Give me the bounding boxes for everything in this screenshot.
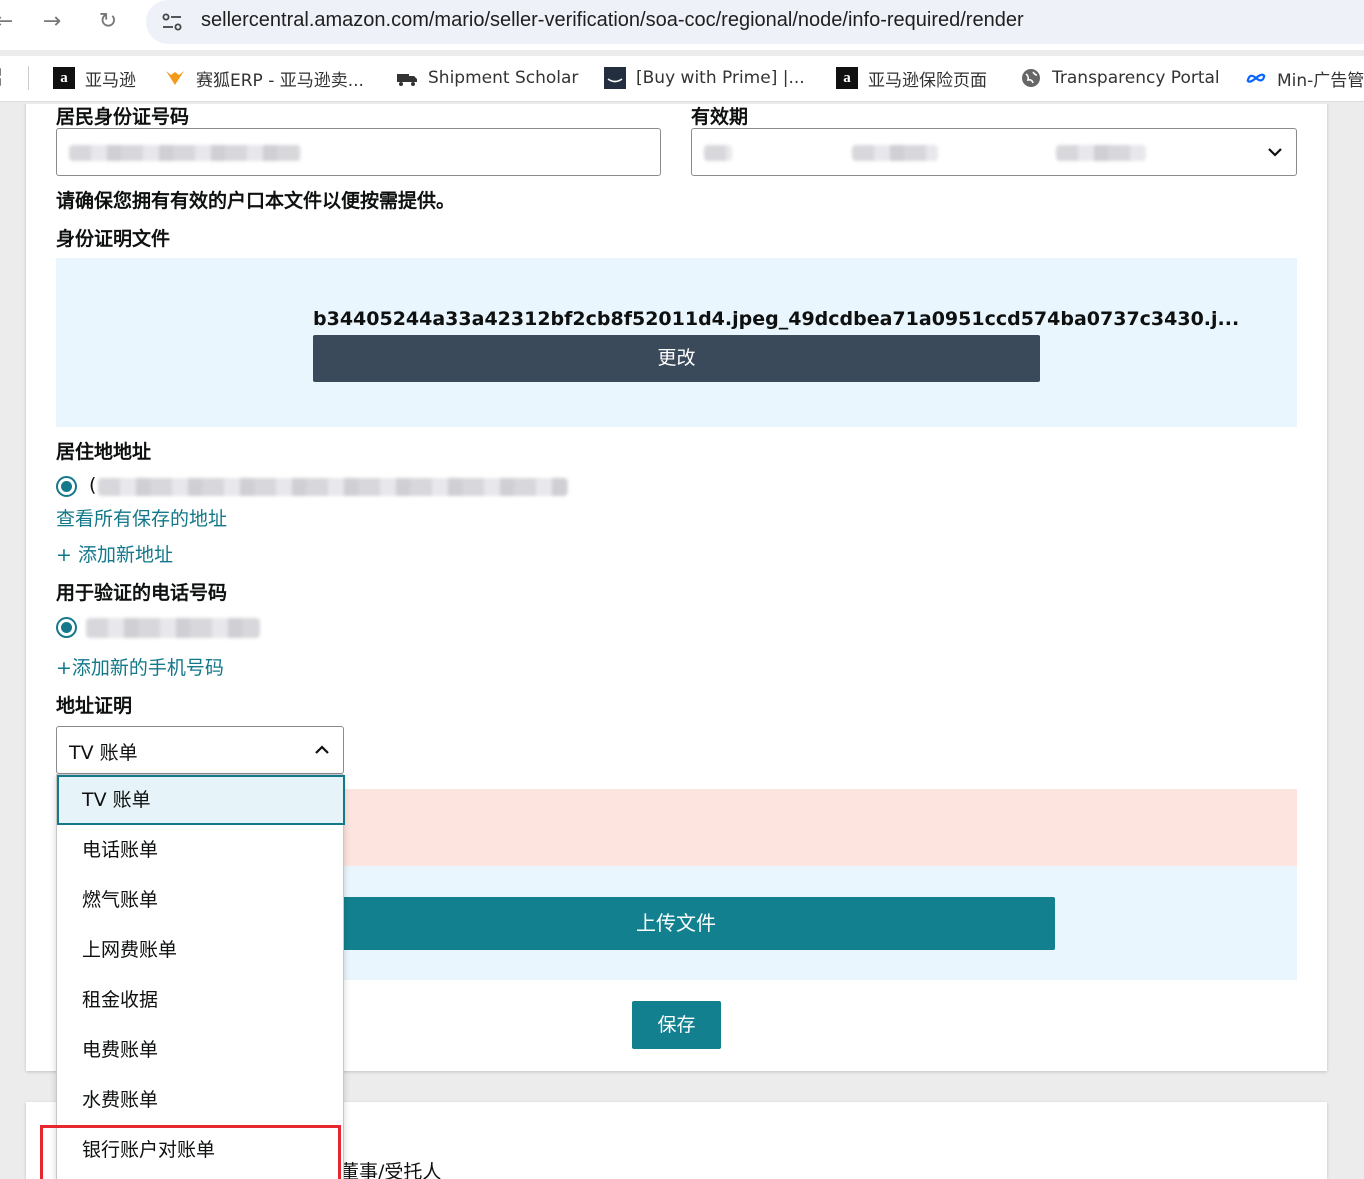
id-document-label: 身份证明文件 — [56, 228, 171, 250]
redacted-id-number — [69, 145, 301, 161]
redacted-day — [704, 145, 732, 161]
chevron-up-icon — [315, 745, 329, 754]
verification-phone-label: 用于验证的电话号码 — [56, 582, 228, 604]
expiry-date-select[interactable] — [691, 128, 1297, 176]
browser-toolbar: ← → ↻ sellercentral.amazon.com/mario/sel… — [0, 0, 1364, 50]
saihu-fox-icon — [164, 67, 186, 89]
bookmark-min-ads[interactable]: Min-广告管 — [1245, 64, 1364, 92]
option-rent-receipt[interactable]: 租金收据 — [57, 975, 345, 1025]
bookmark-label: 赛狐ERP - 亚马逊卖... — [196, 70, 364, 91]
back-arrow-icon[interactable]: ← — [0, 6, 22, 38]
bookmark-shipment-scholar[interactable]: Shipment Scholar — [396, 64, 578, 92]
proof-of-address-label: 地址证明 — [56, 695, 133, 717]
address-bar[interactable]: sellercentral.amazon.com/mario/seller-ve… — [146, 0, 1364, 44]
change-file-button[interactable]: 更改 — [313, 335, 1040, 382]
hukou-notice: 请确保您拥有有效的户口本文件以便按需提供。 — [56, 190, 456, 212]
next-section-text: 董事/受托人 — [340, 1161, 442, 1179]
id-number-input[interactable] — [56, 128, 661, 176]
bookmark-amazon-insurance[interactable]: a 亚马逊保险页面 — [836, 64, 987, 92]
bookmark-separator — [28, 66, 29, 90]
option-tv-bill[interactable]: TV 账单 — [57, 775, 345, 825]
bookmark-buy-with-prime[interactable]: [Buy with Prime] |... — [604, 64, 805, 92]
add-new-phone-link[interactable]: +添加新的手机号码 — [56, 653, 224, 680]
bookmark-label: 亚马逊保险页面 — [868, 70, 987, 91]
option-water-bill[interactable]: 水费账单 — [57, 1075, 345, 1125]
url-text[interactable]: sellercentral.amazon.com/mario/seller-ve… — [201, 9, 1024, 32]
meta-icon — [1245, 67, 1267, 89]
id-number-label: 居民身份证号码 — [56, 106, 190, 128]
redacted-year — [1056, 145, 1146, 161]
amazon-icon: a — [53, 67, 75, 89]
bank-statement-highlight — [40, 1125, 341, 1179]
save-button[interactable]: 保存 — [632, 1001, 721, 1049]
view-saved-addresses-link[interactable]: 查看所有保存的地址 — [56, 504, 227, 531]
apps-grid-icon[interactable] — [0, 66, 8, 88]
proof-options-listbox: TV 账单 电话账单 燃气账单 上网费账单 租金收据 电费账单 水费账单 银行账… — [56, 774, 345, 1179]
bookmark-label: [Buy with Prime] |... — [636, 68, 805, 88]
amazon-icon: a — [836, 67, 858, 89]
bookmark-label: Shipment Scholar — [428, 68, 579, 88]
expiry-label: 有效期 — [691, 106, 749, 128]
select-value: TV 账单 — [69, 742, 138, 764]
chevron-down-icon — [1268, 148, 1282, 157]
amazon-smile-icon — [604, 67, 626, 89]
bookmark-label: Transparency Portal — [1052, 68, 1220, 88]
truck-icon — [396, 67, 418, 89]
site-settings-icon[interactable] — [160, 10, 184, 34]
address-prefix: ( — [89, 474, 97, 496]
redacted-month — [852, 145, 938, 161]
redacted-address — [98, 478, 568, 496]
bookmark-amazon[interactable]: a 亚马逊 — [53, 64, 136, 92]
option-gas-bill[interactable]: 燃气账单 — [57, 875, 345, 925]
option-internet-bill[interactable]: 上网费账单 — [57, 925, 345, 975]
bookmark-label: Min-广告管 — [1277, 70, 1364, 91]
upload-file-button[interactable]: 上传文件 — [297, 897, 1055, 950]
option-electricity-bill[interactable]: 电费账单 — [57, 1025, 345, 1075]
forward-arrow-icon[interactable]: → — [34, 6, 70, 38]
page-content: 居民身份证号码 有效期 请确保您拥有有效的户口本文件以便按需提供。 身份证明文件… — [0, 104, 1364, 1179]
address-radio-selected[interactable] — [56, 476, 77, 497]
residential-address-label: 居住地地址 — [56, 441, 152, 463]
globe-icon — [1020, 67, 1042, 89]
bookmark-transparency-portal[interactable]: Transparency Portal — [1020, 64, 1220, 92]
reload-icon[interactable]: ↻ — [90, 6, 126, 38]
option-phone-bill[interactable]: 电话账单 — [57, 825, 345, 875]
proof-of-address-select[interactable]: TV 账单 — [56, 726, 344, 774]
bookmark-saihu-erp[interactable]: 赛狐ERP - 亚马逊卖... — [164, 64, 364, 92]
phone-radio-selected[interactable] — [56, 617, 77, 638]
uploaded-filename: b34405244a33a42312bf2cb8f52011d4.jpeg_49… — [313, 308, 1240, 330]
bookmark-label: 亚马逊 — [85, 70, 136, 91]
redacted-phone — [86, 618, 260, 638]
add-new-address-link[interactable]: + 添加新地址 — [56, 540, 173, 567]
